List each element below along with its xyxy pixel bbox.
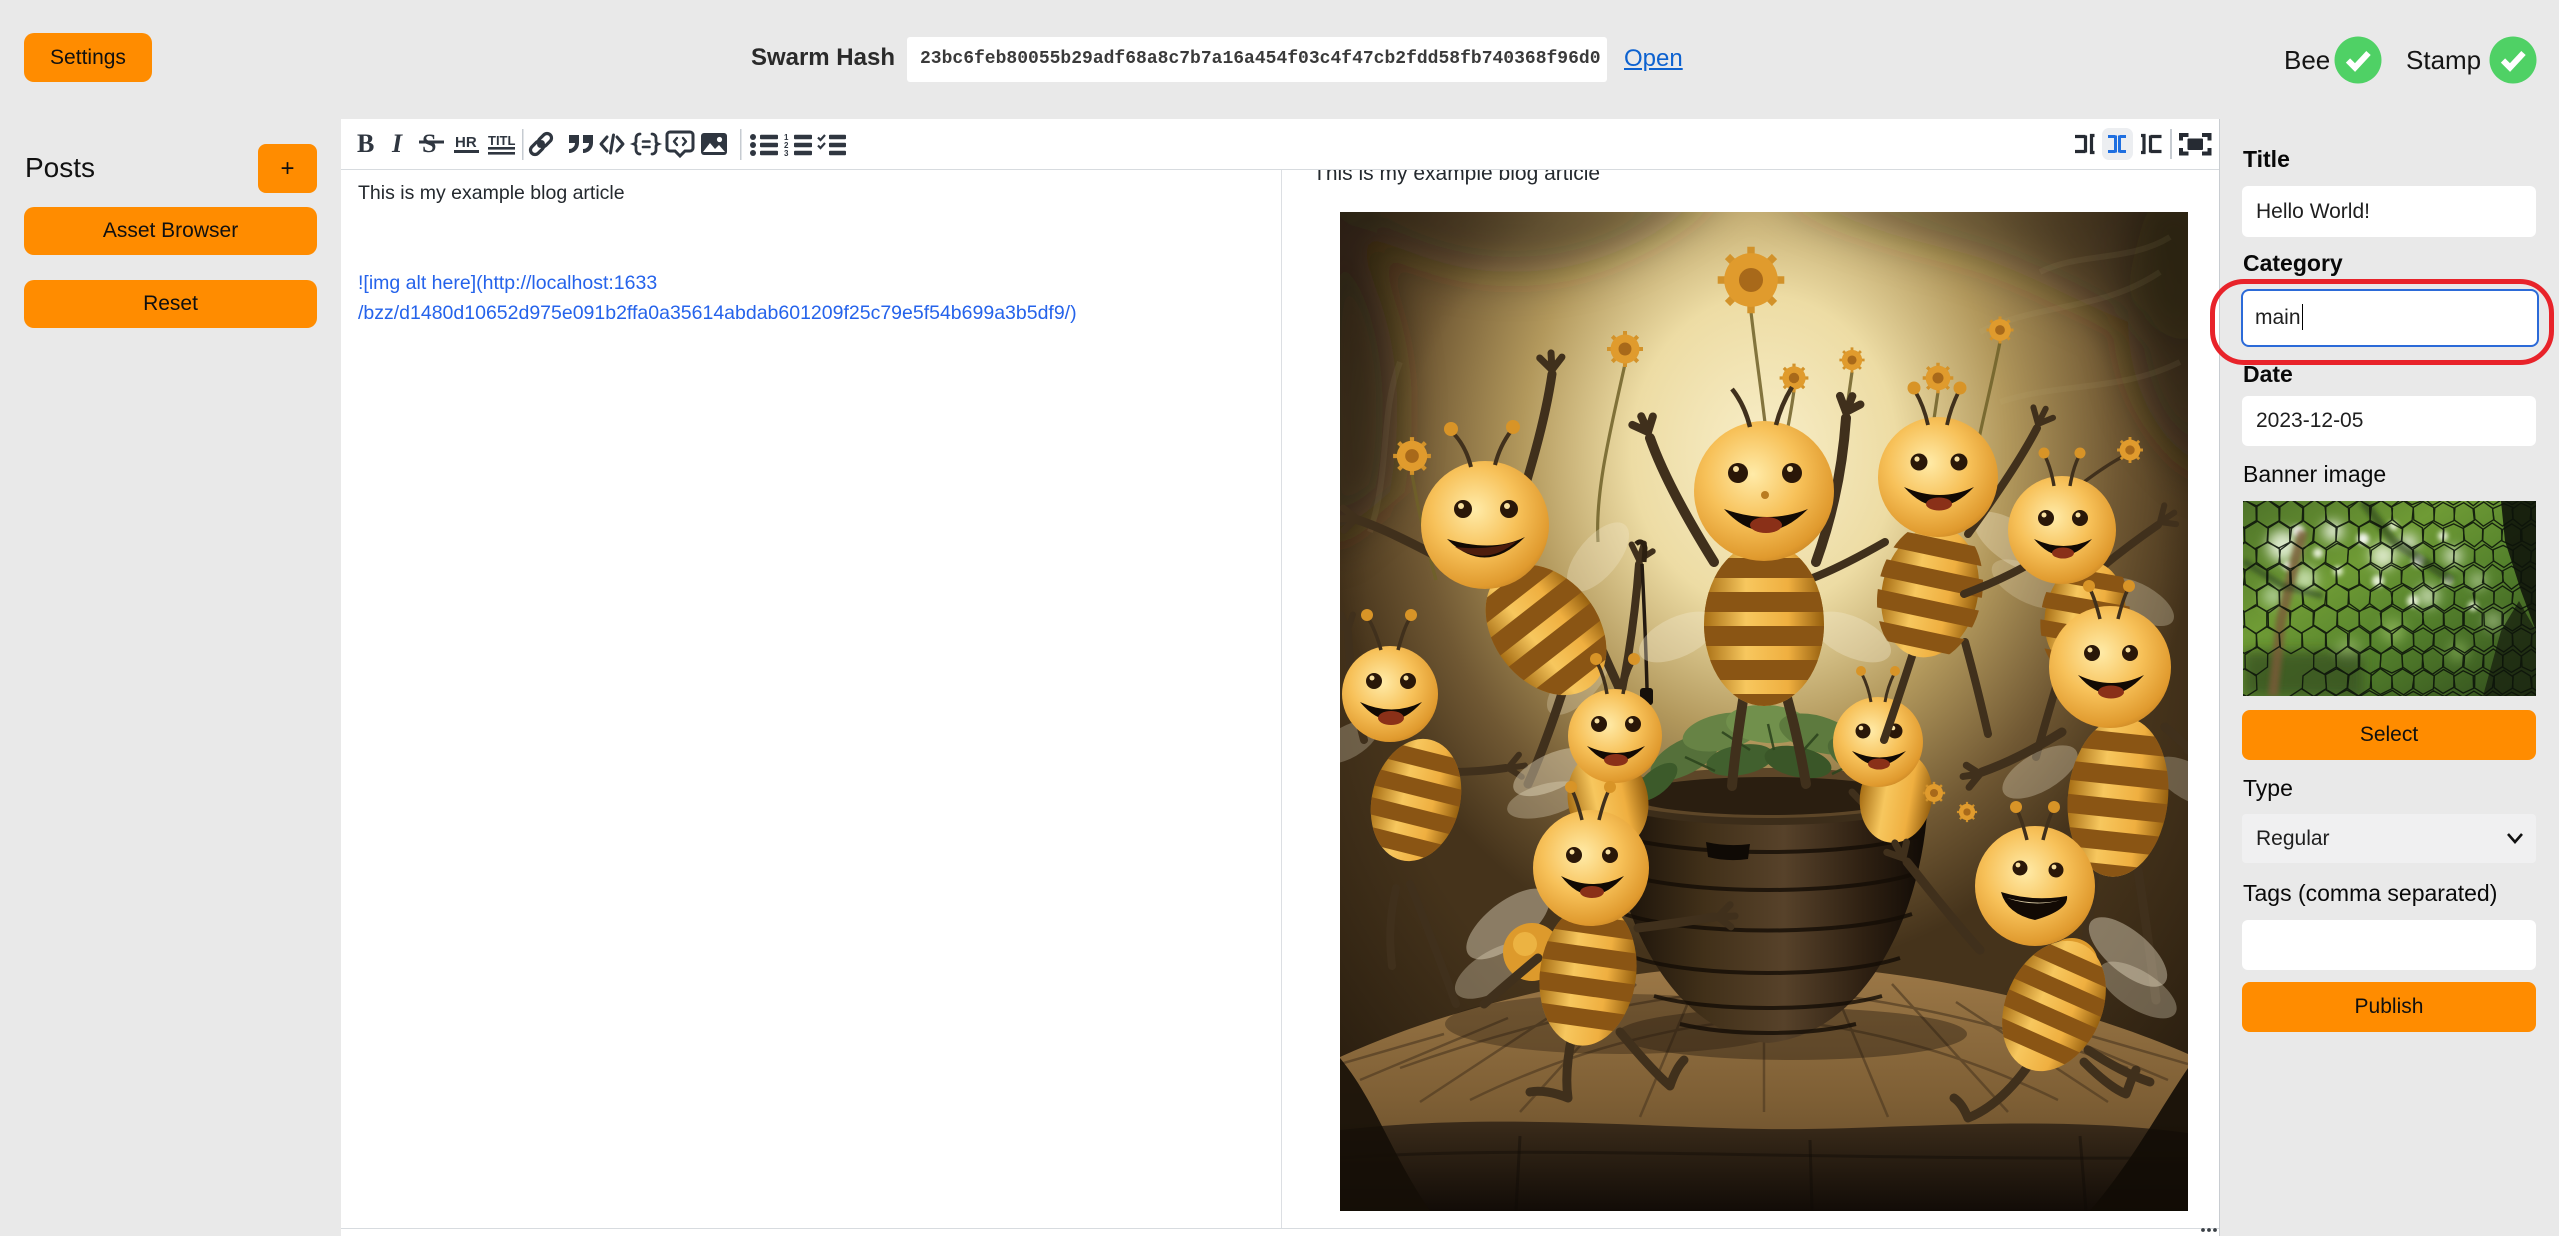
svg-text:HR: HR <box>455 134 477 151</box>
svg-text:I: I <box>391 129 403 158</box>
svg-text:B: B <box>357 129 374 158</box>
svg-text:TITL: TITL <box>488 133 515 148</box>
svg-text:3: 3 <box>784 149 789 158</box>
